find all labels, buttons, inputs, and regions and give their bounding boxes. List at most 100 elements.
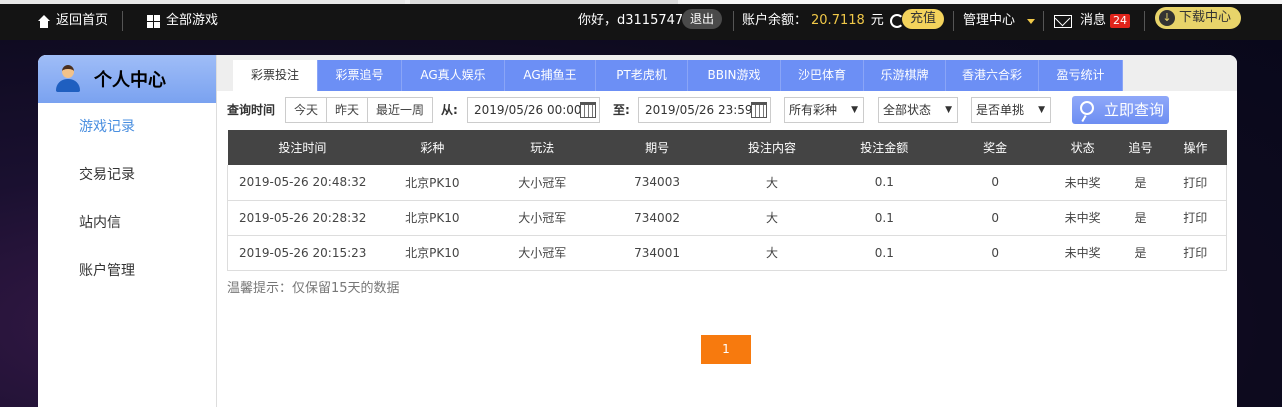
- cell-issue: 734002: [597, 200, 718, 236]
- retention-tip: 温馨提示：仅保留15天的数据: [227, 281, 400, 296]
- tab-saba-sports[interactable]: 沙巴体育: [781, 60, 864, 91]
- download-pill: ↓ 下载中心: [1155, 7, 1242, 29]
- print-link[interactable]: 打印: [1164, 200, 1227, 236]
- query-time-label: 查询时间: [227, 103, 276, 117]
- from-date-input[interactable]: 2019/05/26 00:00: [467, 97, 600, 123]
- yesterday-button[interactable]: 昨天: [327, 98, 369, 122]
- table-header-row: 投注时间 彩种 玩法 期号 投注内容 投注金额 奖金 状态 追号 操作: [227, 130, 1227, 165]
- tab-bbin[interactable]: BBIN游戏: [688, 60, 781, 91]
- messages-link[interactable]: 消息 24: [1054, 12, 1131, 30]
- cell-content: 大: [717, 235, 827, 271]
- tab-hk-marksix[interactable]: 香港六合彩: [946, 60, 1039, 91]
- tab-lottery-bets[interactable]: 彩票投注: [233, 60, 318, 91]
- greeting-text: 你好，d3115747: [578, 13, 684, 28]
- last-week-button[interactable]: 最近一周: [368, 98, 433, 122]
- sidebar-item-account[interactable]: 账户管理: [38, 247, 216, 295]
- logout-button[interactable]: 退出: [682, 9, 723, 29]
- column-header: 投注金额: [826, 130, 942, 165]
- status-select[interactable]: 全部状态: [878, 97, 958, 123]
- tab-profit-loss[interactable]: 盈亏统计: [1039, 60, 1123, 91]
- to-date-input[interactable]: 2019/05/26 23:59: [638, 97, 771, 123]
- balance-label: 账户余额：: [742, 13, 808, 28]
- from-label: 从:: [441, 103, 458, 117]
- strip-segment: [680, 0, 1282, 4]
- single-pick-select[interactable]: 是否单挑: [971, 97, 1051, 123]
- sidebar-item-game-records[interactable]: 游戏记录: [38, 103, 216, 151]
- cell-lottery: 北京PK10: [377, 235, 488, 271]
- recharge-label: 充值: [902, 9, 945, 29]
- sidebar-header: 个人中心: [38, 55, 216, 103]
- divider: [1144, 11, 1145, 31]
- column-header: 玩法: [487, 130, 598, 165]
- download-label: 下载中心: [1179, 10, 1232, 25]
- balance: 账户余额： 20.7118 元: [742, 12, 910, 30]
- cell-prize: 0: [941, 200, 1049, 236]
- column-header: 投注时间: [227, 130, 378, 165]
- from-date-value: 2019/05/26 00:00: [474, 103, 582, 117]
- home-link[interactable]: 返回首页: [37, 12, 108, 30]
- calendar-icon[interactable]: [580, 102, 596, 118]
- print-link[interactable]: 打印: [1164, 165, 1227, 201]
- cell-play: 大小冠军: [487, 165, 598, 201]
- column-header: 期号: [597, 130, 718, 165]
- user-icon-body: [56, 79, 80, 92]
- tab-ag-fishing[interactable]: AG捕鱼王: [505, 60, 596, 91]
- content-area: 彩票投注 彩票追号 AG真人娱乐 AG捕鱼王 PT老虎机 BBIN游戏 沙巴体育…: [217, 55, 1237, 407]
- cell-amount: 0.1: [826, 165, 942, 201]
- recharge-button[interactable]: 充值: [902, 9, 945, 29]
- browser-strip: [0, 0, 1282, 4]
- table-row: 2019-05-26 20:15:23 北京PK10 大小冠军 734001 大…: [227, 235, 1227, 271]
- query-button[interactable]: 立即查询: [1072, 96, 1169, 124]
- top-bar: 返回首页 全部游戏 你好，d3115747 退出 账户余额： 20.7118 元…: [0, 0, 1282, 40]
- tab-lottery-chase[interactable]: 彩票追号: [318, 60, 402, 91]
- calendar-icon[interactable]: [751, 102, 767, 118]
- cell-amount: 0.1: [826, 200, 942, 236]
- table-row: 2019-05-26 20:28:32 北京PK10 大小冠军 734002 大…: [227, 200, 1227, 236]
- cell-play: 大小冠军: [487, 200, 598, 236]
- sidebar-item-inbox[interactable]: 站内信: [38, 199, 216, 247]
- balance-unit: 元: [870, 13, 884, 28]
- strip-segment: [0, 0, 405, 4]
- bets-table: 投注时间 彩种 玩法 期号 投注内容 投注金额 奖金 状态 追号 操作 2019…: [227, 130, 1227, 271]
- cell-bet-time: 2019-05-26 20:15:23: [227, 235, 378, 271]
- download-button[interactable]: ↓ 下载中心: [1155, 7, 1242, 29]
- cell-prize: 0: [941, 235, 1049, 271]
- to-label: 至:: [613, 103, 630, 117]
- mail-icon: [1054, 14, 1072, 28]
- today-button[interactable]: 今天: [286, 98, 328, 122]
- page-button-1[interactable]: 1: [701, 335, 751, 364]
- strip-segment: [410, 0, 678, 4]
- cell-bet-time: 2019-05-26 20:48:32: [227, 165, 378, 201]
- cell-lottery: 北京PK10: [377, 200, 488, 236]
- manage-label: 管理中心: [963, 13, 1016, 28]
- divider: [122, 11, 123, 31]
- cell-content: 大: [717, 200, 827, 236]
- column-header: 彩种: [377, 130, 488, 165]
- cell-chase: 是: [1116, 235, 1165, 271]
- home-label: 返回首页: [56, 13, 109, 28]
- messages-label: 消息: [1080, 13, 1107, 28]
- column-header: 状态: [1048, 130, 1117, 165]
- logout-label: 退出: [682, 9, 723, 29]
- sidebar: 个人中心 游戏记录 交易记录 站内信 账户管理: [38, 55, 217, 407]
- lottery-type-select[interactable]: 所有彩种: [784, 97, 864, 123]
- divider: [1043, 11, 1044, 31]
- divider: [953, 11, 954, 31]
- tab-ag-live[interactable]: AG真人娱乐: [402, 60, 505, 91]
- tab-leyou-chess[interactable]: 乐游棋牌: [864, 60, 946, 91]
- all-games-link[interactable]: 全部游戏: [147, 12, 218, 30]
- print-link[interactable]: 打印: [1164, 235, 1227, 271]
- tab-bar: 彩票投注 彩票追号 AG真人娱乐 AG捕鱼王 PT老虎机 BBIN游戏 沙巴体育…: [217, 55, 1237, 91]
- all-games-label: 全部游戏: [166, 13, 219, 28]
- divider: [733, 11, 734, 31]
- grid-icon: [147, 14, 160, 28]
- tab-pt-slots[interactable]: PT老虎机: [596, 60, 688, 91]
- status-value: 全部状态: [883, 103, 932, 117]
- message-count-badge: 24: [1110, 14, 1131, 28]
- sidebar-item-transactions[interactable]: 交易记录: [38, 151, 216, 199]
- cell-issue: 734003: [597, 165, 718, 201]
- column-header: 奖金: [941, 130, 1049, 165]
- cell-status: 未中奖: [1048, 165, 1117, 201]
- filter-row: 查询时间 今天 昨天 最近一周 从: 2019/05/26 00:00 至: 2…: [227, 96, 1232, 124]
- manage-menu[interactable]: 管理中心: [963, 12, 1036, 30]
